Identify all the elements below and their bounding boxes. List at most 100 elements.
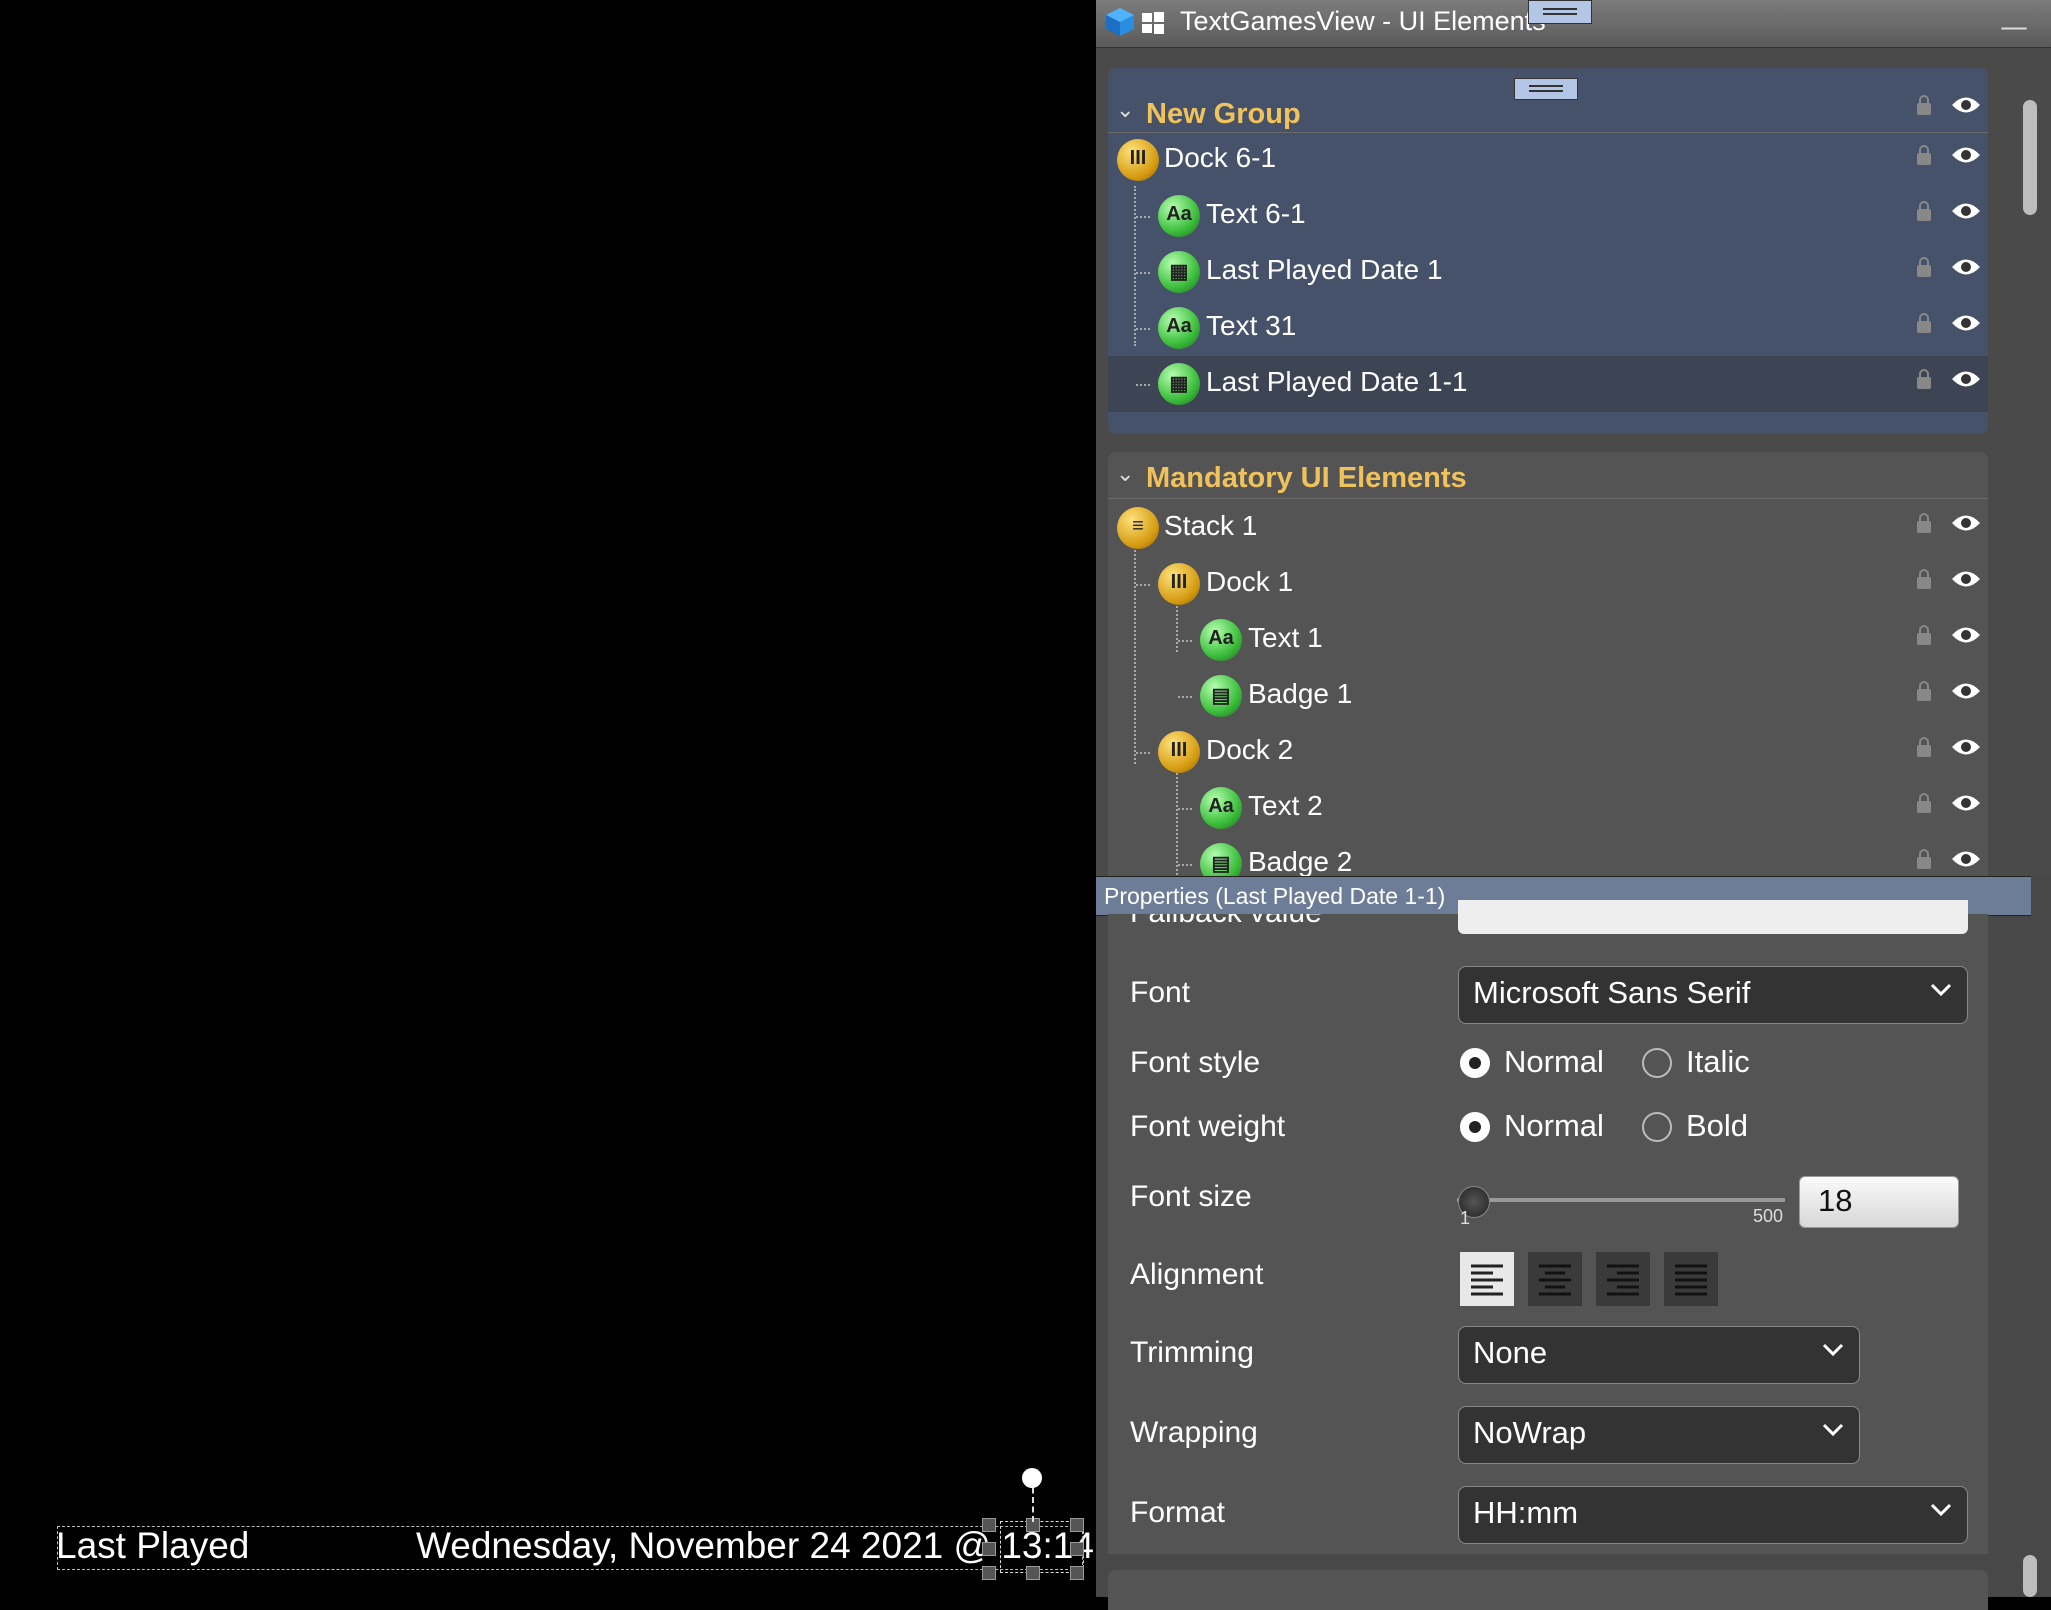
tree-item-dock-1[interactable]: III Dock 1 (1108, 556, 1988, 612)
format-label: Format (1130, 1496, 1226, 1529)
lock-icon[interactable] (1916, 792, 1932, 814)
font-style-italic-label[interactable]: Italic (1686, 1044, 1750, 1080)
eye-icon[interactable] (1950, 312, 1982, 334)
resize-handle[interactable] (1070, 1518, 1084, 1532)
font-style-italic-radio[interactable] (1642, 1048, 1672, 1078)
resize-handle[interactable] (982, 1518, 996, 1532)
element-tree: ⌄ New Group III Dock 6-1 Aa Text 6-1 ▦ L… (1096, 48, 2051, 876)
lock-icon[interactable] (1916, 200, 1932, 222)
eye-icon[interactable] (1950, 848, 1982, 870)
tree-item-text-31[interactable]: Aa Text 31 (1108, 300, 1988, 356)
eye-icon[interactable] (1950, 624, 1982, 646)
eye-icon[interactable] (1950, 792, 1982, 814)
lock-icon[interactable] (1916, 568, 1932, 590)
eye-icon[interactable] (1950, 512, 1982, 534)
eye-icon[interactable] (1950, 94, 1982, 116)
tree-item-badge-1[interactable]: ▤ Badge 1 (1108, 668, 1988, 724)
title-bar[interactable]: TextGamesView - UI Elements — (1096, 0, 2051, 48)
font-style-label: Font style (1130, 1046, 1261, 1079)
preview-canvas[interactable]: Last Played Wednesday, November 24 2021 … (0, 0, 1096, 1597)
tree-item-text-2[interactable]: Aa Text 2 (1108, 780, 1988, 836)
font-weight-normal-radio[interactable] (1460, 1112, 1490, 1142)
group-title: New Group (1146, 98, 1301, 130)
tree-connector (1136, 328, 1150, 330)
eye-icon[interactable] (1950, 144, 1982, 166)
tree-item-label: Dock 6-1 (1164, 142, 1277, 173)
group-grip-handle[interactable] (1514, 78, 1578, 100)
text-icon: Aa (1158, 195, 1200, 237)
tree-connector (1178, 864, 1192, 866)
lock-icon[interactable] (1916, 368, 1932, 390)
selection-box (57, 1526, 1083, 1570)
lock-icon[interactable] (1916, 680, 1932, 702)
lock-icon[interactable] (1916, 848, 1932, 870)
effects-section-header[interactable] (1108, 1570, 1988, 1610)
font-style-normal-label[interactable]: Normal (1504, 1044, 1604, 1080)
tree-connector (1136, 752, 1150, 754)
tree-item-last-played-date-1[interactable]: ▦ Last Played Date 1 (1108, 244, 1988, 300)
align-right-button[interactable] (1596, 1252, 1650, 1306)
eye-icon[interactable] (1950, 680, 1982, 702)
chevron-down-icon[interactable]: ⌄ (1116, 462, 1134, 487)
ui-elements-panel: TextGamesView - UI Elements — ⌄ New Grou… (1096, 0, 2051, 1610)
tree-item-last-played-date-1-1[interactable]: ▦ Last Played Date 1-1 (1108, 356, 1988, 412)
minimize-button[interactable]: — (1994, 10, 2034, 43)
font-dropdown[interactable]: Microsoft Sans Serif (1458, 966, 1968, 1024)
tree-item-label: Text 1 (1248, 622, 1323, 653)
eye-icon[interactable] (1950, 736, 1982, 758)
font-size-slider-track[interactable] (1457, 1198, 1785, 1202)
resize-handle[interactable] (1070, 1566, 1084, 1580)
font-weight-normal-label[interactable]: Normal (1504, 1108, 1604, 1144)
alignment-label: Alignment (1130, 1258, 1264, 1291)
eye-icon[interactable] (1950, 200, 1982, 222)
resize-handle[interactable] (1026, 1566, 1040, 1580)
chevron-down-icon (1822, 1343, 1844, 1357)
lock-icon[interactable] (1916, 624, 1932, 646)
font-style-normal-radio[interactable] (1460, 1048, 1490, 1078)
eye-icon[interactable] (1950, 568, 1982, 590)
eye-icon[interactable] (1950, 368, 1982, 390)
tree-item-dock-6-1[interactable]: III Dock 6-1 (1108, 132, 1988, 188)
calendar-icon: ▦ (1158, 251, 1200, 293)
format-value: HH:mm (1473, 1495, 1579, 1530)
eye-icon[interactable] (1950, 256, 1982, 278)
trimming-dropdown[interactable]: None (1458, 1326, 1860, 1384)
tree-item-label: Last Played Date 1-1 (1206, 366, 1468, 397)
lock-icon[interactable] (1916, 94, 1932, 116)
rotation-handle[interactable] (1022, 1468, 1042, 1488)
align-center-button[interactable] (1528, 1252, 1582, 1306)
tree-item-label: Text 6-1 (1206, 198, 1306, 229)
font-size-label: Font size (1130, 1180, 1252, 1213)
properties-scrollbar[interactable] (2023, 1555, 2037, 1597)
tree-item-badge-2[interactable]: ▤ Badge 2 (1108, 836, 1988, 876)
fallback-value-input[interactable] (1458, 900, 1968, 934)
dock-grip-handle[interactable] (1528, 0, 1592, 24)
group-header[interactable]: ⌄ New Group (1108, 68, 1988, 133)
lock-icon[interactable] (1916, 512, 1932, 534)
tree-scrollbar[interactable] (2023, 100, 2037, 215)
align-justify-button[interactable] (1664, 1252, 1718, 1306)
resize-handle[interactable] (982, 1566, 996, 1580)
tree-item-dock-2[interactable]: III Dock 2 (1108, 724, 1988, 780)
resize-handle[interactable] (1070, 1542, 1084, 1556)
lock-icon[interactable] (1916, 256, 1932, 278)
tree-item-stack-1[interactable]: ≡ Stack 1 (1108, 500, 1988, 556)
tree-connector (1178, 640, 1192, 642)
lock-icon[interactable] (1916, 144, 1932, 166)
group-header[interactable]: ⌄ Mandatory UI Elements (1108, 452, 1988, 499)
align-right-icon (1607, 1264, 1639, 1296)
wrapping-dropdown[interactable]: NoWrap (1458, 1406, 1860, 1464)
tree-item-text-6-1[interactable]: Aa Text 6-1 (1108, 188, 1988, 244)
align-left-button[interactable] (1460, 1252, 1514, 1306)
chevron-down-icon[interactable]: ⌄ (1116, 98, 1134, 123)
font-weight-bold-label[interactable]: Bold (1686, 1108, 1748, 1144)
resize-handle[interactable] (982, 1542, 996, 1556)
lock-icon[interactable] (1916, 312, 1932, 334)
lock-icon[interactable] (1916, 736, 1932, 758)
tree-item-text-1[interactable]: Aa Text 1 (1108, 612, 1988, 668)
format-dropdown[interactable]: HH:mm (1458, 1486, 1968, 1544)
trimming-value: None (1473, 1335, 1548, 1370)
window-title: TextGamesView - UI Elements (1180, 6, 1546, 36)
font-size-input[interactable]: 18 (1799, 1176, 1959, 1228)
font-weight-bold-radio[interactable] (1642, 1112, 1672, 1142)
